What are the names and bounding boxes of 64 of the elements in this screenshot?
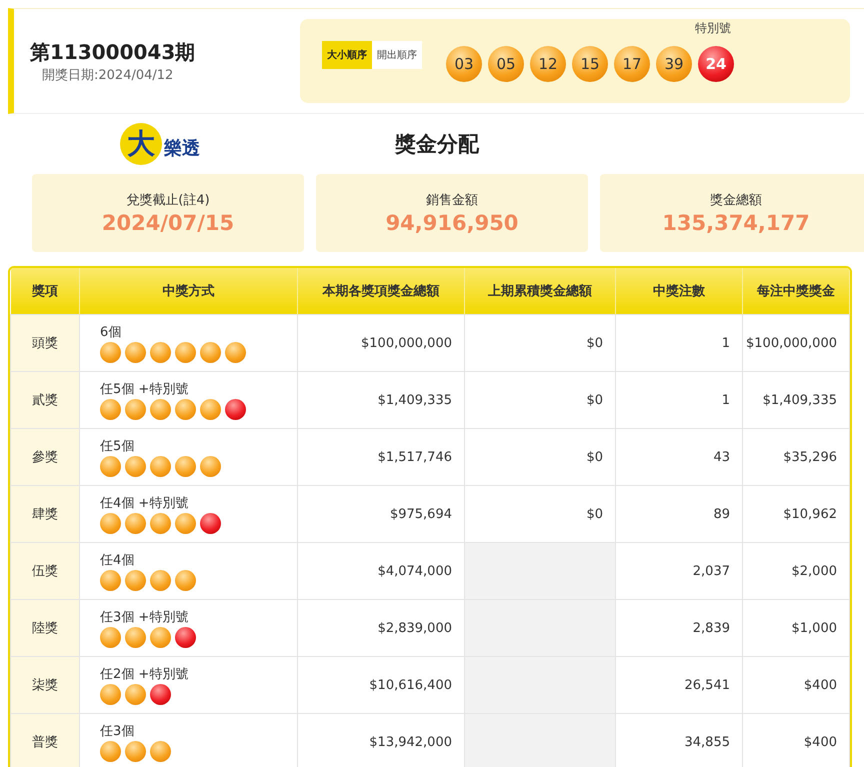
match-rule: 任5個 (100, 438, 136, 455)
number-ball: 39 (656, 46, 692, 82)
table-cell: $2,000 (742, 542, 850, 600)
column-header: 每注中獎獎金 (742, 268, 850, 314)
match-rule: 6個 (100, 324, 122, 341)
table-cell: 89 (616, 486, 742, 542)
table-cell: $1,000 (742, 600, 850, 656)
match-rule: 任5個 +特別號 (100, 381, 190, 398)
match-rule: 任3個 +特別號 (100, 609, 190, 626)
column-header: 中獎方式 (80, 268, 298, 314)
column-header: 上期累積獎金總額 (464, 268, 616, 314)
stat-label: 獎金總額 (710, 192, 762, 209)
stat-label: 兌獎截止(註4) (126, 192, 210, 209)
section-title: 獎金分配 (395, 131, 479, 158)
draw-issue-number: 第113000043期 (30, 38, 196, 66)
table-cell: $10,962 (742, 486, 850, 542)
prize-cell: 頭獎 (10, 314, 80, 372)
number-ball: 24 (698, 46, 734, 82)
table-cell: $1,409,335 (742, 372, 850, 428)
number-ball: 05 (488, 46, 524, 82)
table-cell: $1,517,746 (298, 428, 464, 486)
table-cell: $1,409,335 (298, 372, 464, 428)
column-header: 中獎注數 (616, 268, 742, 314)
order-tab[interactable]: 大小順序 (322, 41, 372, 69)
prize-cell: 陸獎 (10, 600, 80, 656)
prize-cell: 貳獎 (10, 372, 80, 428)
number-ball: 03 (446, 46, 482, 82)
stat-value: 135,374,177 (662, 211, 810, 235)
table-cell: 2,839 (616, 600, 742, 656)
prize-cell: 柒獎 (10, 656, 80, 714)
stat-label: 銷售金額 (426, 192, 478, 209)
table-cell: 1 (616, 314, 742, 372)
table-cell: $100,000,000 (298, 314, 464, 372)
table-cell: 43 (616, 428, 742, 486)
prize-cell: 普獎 (10, 714, 80, 767)
table-cell: $0 (464, 314, 616, 372)
draw-date: 開獎日期:2024/04/12 (42, 66, 174, 84)
match-rule: 任4個 (100, 552, 136, 569)
match-rule: 任4個 +特別號 (100, 495, 190, 512)
table-cell: $975,694 (298, 486, 464, 542)
prize-cell: 參獎 (10, 428, 80, 486)
column-header: 獎項 (10, 268, 80, 314)
table-cell: $0 (464, 428, 616, 486)
special-number-label: 特別號 (695, 20, 731, 37)
table-cell: $35,296 (742, 428, 850, 486)
table-cell: $400 (742, 656, 850, 714)
table-cell: $100,000,000 (742, 314, 850, 372)
table-cell: 26,541 (616, 656, 742, 714)
logo-text: 樂透 (164, 137, 200, 160)
match-rule: 任2個 +特別號 (100, 666, 190, 683)
stat-value: 2024/07/15 (102, 211, 234, 235)
column-header: 本期各獎項獎金總額 (298, 268, 464, 314)
prize-cell: 伍獎 (10, 542, 80, 600)
table-cell: 2,037 (616, 542, 742, 600)
match-rule: 任3個 (100, 723, 136, 740)
logo-mark: 大 (120, 123, 162, 165)
table-cell: 1 (616, 372, 742, 428)
number-ball: 17 (614, 46, 650, 82)
stat-value: 94,916,950 (386, 211, 518, 235)
table-cell: $0 (464, 372, 616, 428)
number-ball: 12 (530, 46, 566, 82)
prize-cell: 肆獎 (10, 486, 80, 542)
order-tab[interactable]: 開出順序 (372, 41, 422, 69)
number-ball: 15 (572, 46, 608, 82)
